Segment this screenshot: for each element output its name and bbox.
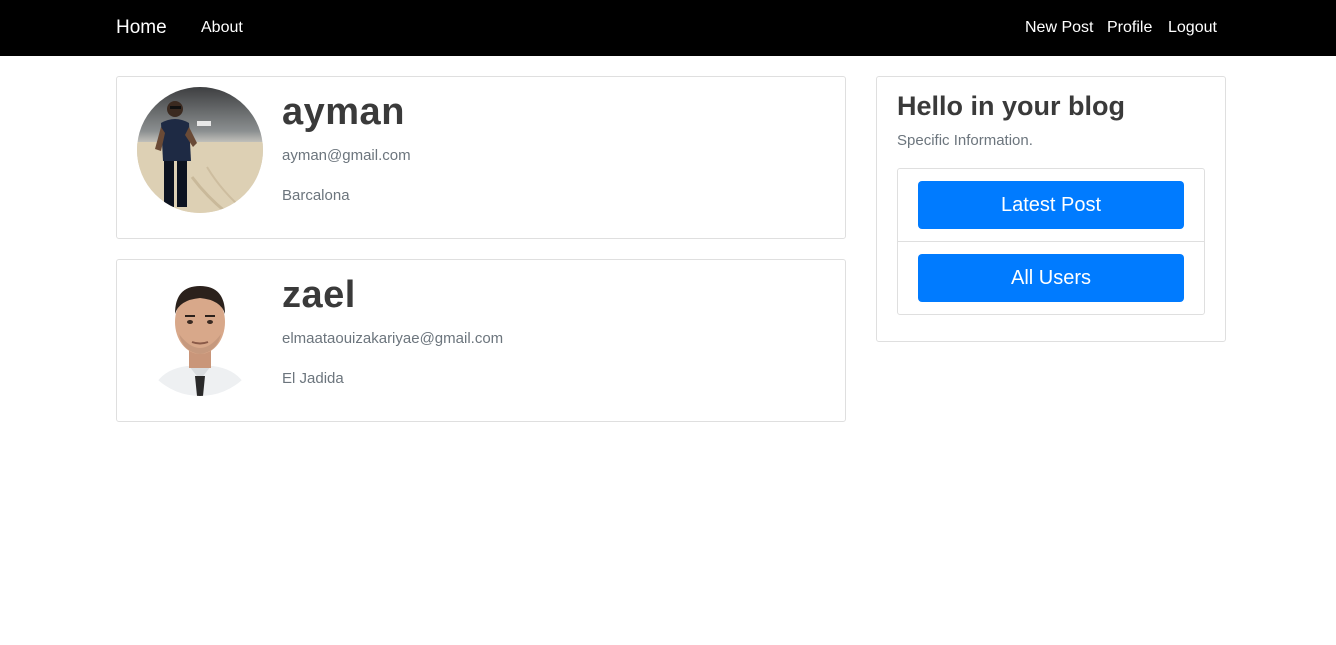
user-city: Barcalona bbox=[282, 187, 350, 204]
all-users-button[interactable]: All Users bbox=[918, 254, 1184, 302]
sidebar-subtitle: Specific Information. bbox=[897, 132, 1033, 149]
nav-about-link[interactable]: About bbox=[201, 19, 243, 37]
user-name: ayman bbox=[282, 91, 405, 133]
nav-new-post-link[interactable]: New Post bbox=[1025, 19, 1093, 37]
user-card: zael elmaataouizakariyae@gmail.com El Ja… bbox=[116, 259, 846, 422]
list-item: Latest Post bbox=[898, 169, 1204, 242]
user-avatar bbox=[137, 270, 263, 396]
list-item: All Users bbox=[898, 242, 1204, 315]
sidebar-title: Hello in your blog bbox=[897, 91, 1125, 121]
sidebar-list-group: Latest Post All Users bbox=[897, 168, 1205, 315]
user-name: zael bbox=[282, 274, 356, 316]
nav-profile-link[interactable]: Profile bbox=[1107, 19, 1152, 37]
user-avatar bbox=[137, 87, 263, 213]
nav-home-link[interactable]: Home bbox=[116, 17, 167, 39]
sidebar-card: Hello in your blog Specific Information.… bbox=[876, 76, 1226, 342]
user-card: ayman ayman@gmail.com Barcalona bbox=[116, 76, 846, 239]
user-city: El Jadida bbox=[282, 370, 344, 387]
user-email: ayman@gmail.com bbox=[282, 147, 411, 164]
top-navbar: Home About New Post Profile Logout bbox=[0, 0, 1336, 56]
user-email: elmaataouizakariyae@gmail.com bbox=[282, 330, 504, 347]
nav-logout-link[interactable]: Logout bbox=[1168, 19, 1217, 37]
latest-post-button[interactable]: Latest Post bbox=[918, 181, 1184, 229]
